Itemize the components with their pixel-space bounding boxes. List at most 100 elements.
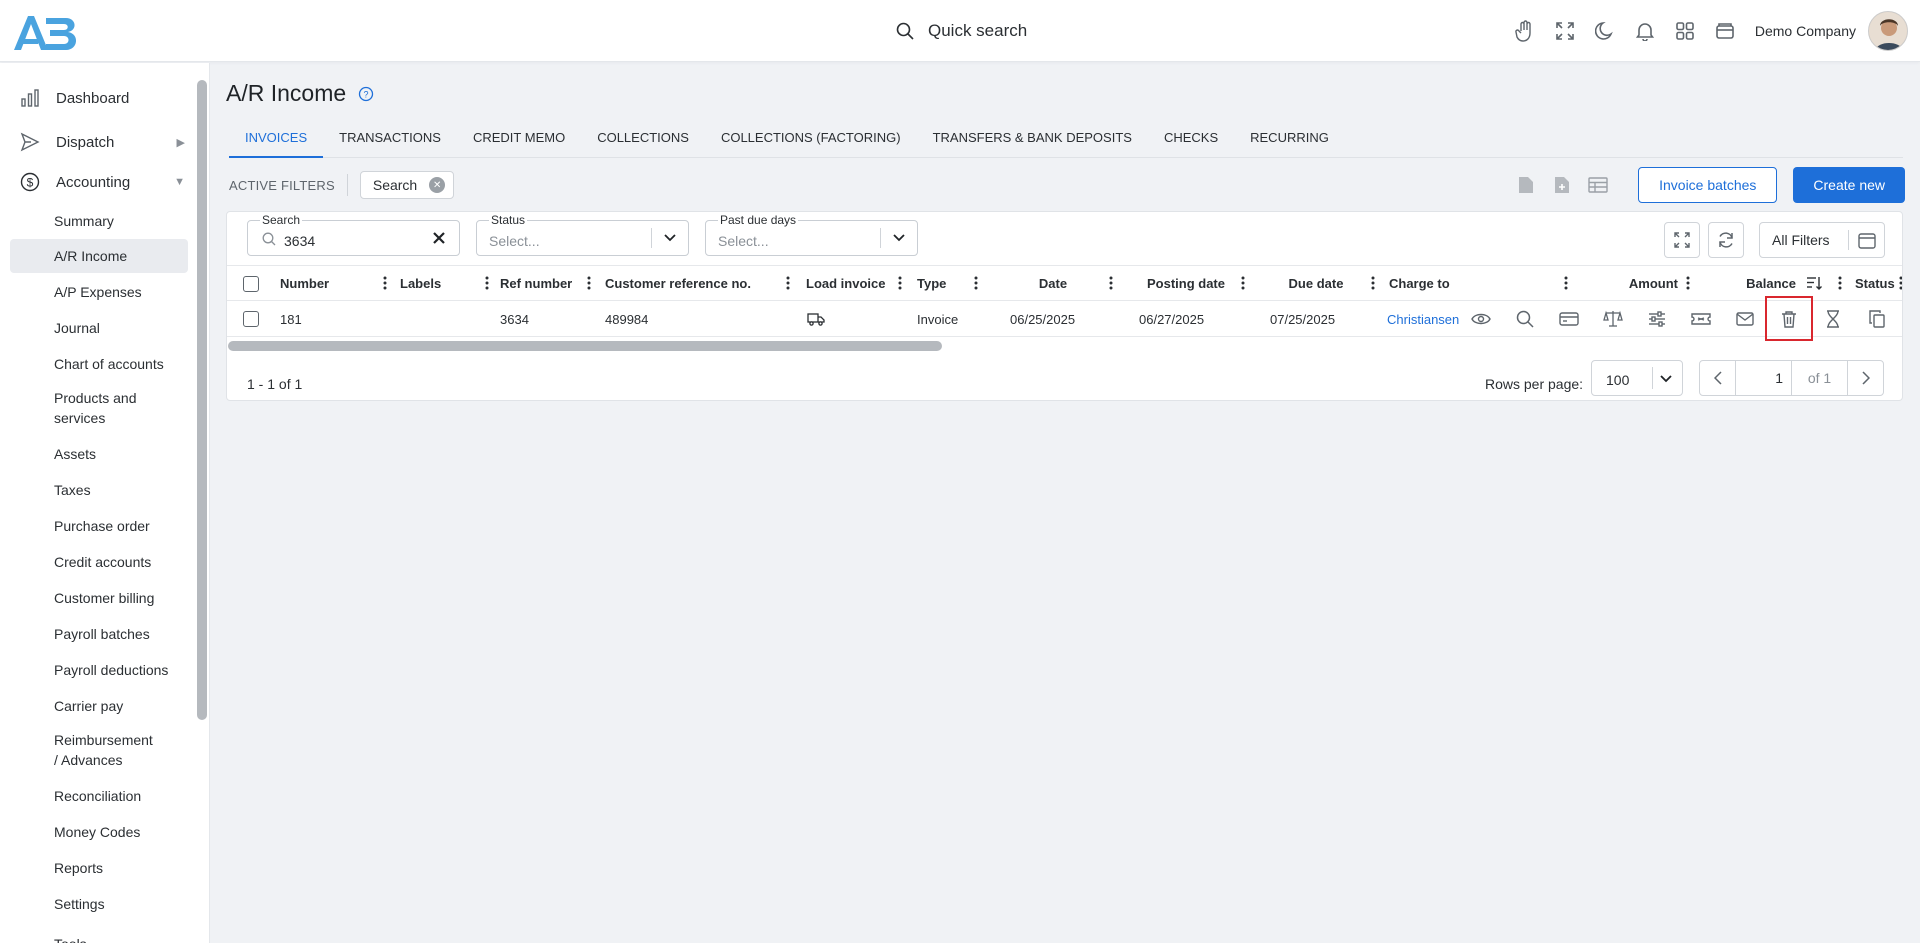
sidebar-item-tools[interactable]: Tools xyxy=(10,929,188,943)
sidebar-item-money-codes[interactable]: Money Codes xyxy=(10,817,188,847)
column-menu-icon xyxy=(1371,276,1375,290)
search-icon xyxy=(262,232,276,246)
tab-credit-memo[interactable]: CREDIT MEMO xyxy=(457,122,581,158)
pdf-export-icon[interactable] xyxy=(1508,167,1544,203)
sidebar-item-customer-billing[interactable]: Customer billing xyxy=(10,583,188,613)
prev-page-button[interactable] xyxy=(1700,361,1736,395)
fullscreen-icon[interactable] xyxy=(1545,11,1585,51)
column-menu-icon[interactable] xyxy=(1899,275,1902,291)
table-row[interactable]: 181 3634 489984 Invoice 06/25/2025 06/27… xyxy=(227,301,1902,337)
sidebar-item-reimbursement-advances[interactable]: Reimbursement / Advances xyxy=(10,729,160,771)
cell-load-invoice[interactable] xyxy=(807,301,825,337)
column-amount[interactable]: Amount xyxy=(1576,266,1696,301)
sidebar-item-payroll-deductions[interactable]: Payroll deductions xyxy=(10,655,188,685)
copy-icon[interactable] xyxy=(1865,307,1889,331)
column-date[interactable]: Date xyxy=(987,266,1119,301)
horizontal-scrollbar[interactable] xyxy=(227,338,1902,351)
sidebar-item-reconciliation[interactable]: Reconciliation xyxy=(10,781,188,811)
tab-collections-factoring[interactable]: COLLECTIONS (FACTORING) xyxy=(705,122,917,158)
status-select[interactable]: Status Select... xyxy=(476,214,689,256)
quick-search[interactable]: Quick search xyxy=(896,18,1027,44)
sidebar-item-journal[interactable]: Journal xyxy=(10,313,188,343)
apps-grid-icon[interactable] xyxy=(1665,11,1705,51)
sidebar-item-payroll-batches[interactable]: Payroll batches xyxy=(10,619,188,649)
scale-icon[interactable] xyxy=(1601,307,1625,331)
sidebar-item-assets[interactable]: Assets xyxy=(10,439,188,469)
cell-charge-to-link[interactable]: Christiansen xyxy=(1387,301,1467,337)
column-ref-number[interactable]: Ref number xyxy=(495,266,597,301)
sidebar-scrollbar[interactable] xyxy=(197,80,207,720)
tab-transactions[interactable]: TRANSACTIONS xyxy=(323,122,457,158)
sidebar-item-chart-of-accounts[interactable]: Chart of accounts xyxy=(10,349,188,379)
ticket-icon[interactable] xyxy=(1689,307,1713,331)
clear-icon[interactable] xyxy=(433,232,445,244)
truck-icon[interactable] xyxy=(807,312,825,326)
divider xyxy=(1848,230,1849,250)
column-due-date[interactable]: Due date xyxy=(1251,266,1381,301)
column-posting-date[interactable]: Posting date xyxy=(1121,266,1251,301)
create-new-button[interactable]: Create new xyxy=(1793,167,1905,203)
search-input[interactable]: 3634 xyxy=(284,233,315,249)
table-view-icon[interactable] xyxy=(1580,167,1616,203)
bell-icon[interactable] xyxy=(1625,11,1665,51)
credit-card-icon[interactable] xyxy=(1557,307,1581,331)
page-input[interactable]: 1 xyxy=(1736,361,1792,395)
cell-labels xyxy=(395,301,495,337)
column-customer-reference[interactable]: Customer reference no. xyxy=(600,266,796,301)
hand-icon[interactable] xyxy=(1505,11,1545,51)
tab-invoices[interactable]: INVOICES xyxy=(229,122,324,158)
past-due-days-select[interactable]: Past due days Select... xyxy=(705,214,918,256)
eye-icon[interactable] xyxy=(1469,307,1493,331)
search-icon[interactable] xyxy=(1513,307,1537,331)
rows-per-page-select[interactable]: 100 xyxy=(1591,360,1683,396)
sidebar-item-reports[interactable]: Reports xyxy=(10,853,188,883)
sliders-icon[interactable] xyxy=(1645,307,1669,331)
all-filters-button[interactable]: All Filters xyxy=(1759,222,1885,258)
column-charge-to[interactable]: Charge to xyxy=(1384,266,1574,301)
expand-table-button[interactable] xyxy=(1664,222,1700,258)
sidebar-item-purchase-order[interactable]: Purchase order xyxy=(10,511,188,541)
moon-icon[interactable] xyxy=(1585,11,1625,51)
wallet-icon[interactable] xyxy=(1705,11,1745,51)
sidebar-item-products-and-services[interactable]: Products and services xyxy=(10,387,160,429)
sidebar-item-credit-accounts[interactable]: Credit accounts xyxy=(10,547,188,577)
next-page-button[interactable] xyxy=(1848,361,1883,395)
sidebar-item-dispatch[interactable]: Dispatch ▶ xyxy=(0,122,195,162)
column-type[interactable]: Type xyxy=(912,266,984,301)
column-number[interactable]: Number xyxy=(275,266,393,301)
sidebar-item-summary[interactable]: Summary xyxy=(10,206,188,236)
cell-customer-reference: 489984 xyxy=(605,311,649,327)
sidebar-item-taxes[interactable]: Taxes xyxy=(10,475,188,505)
refresh-button[interactable] xyxy=(1708,222,1744,258)
refresh-icon xyxy=(1717,231,1735,249)
invoice-batches-button[interactable]: Invoice batches xyxy=(1638,167,1778,203)
avatar[interactable] xyxy=(1868,11,1908,51)
column-status[interactable]: Status xyxy=(1850,266,1902,301)
mail-icon[interactable] xyxy=(1733,307,1757,331)
company-name[interactable]: Demo Company xyxy=(1755,23,1856,39)
row-checkbox[interactable] xyxy=(243,311,259,327)
help-icon[interactable]: ? xyxy=(358,86,374,102)
select-all-checkbox[interactable] xyxy=(243,275,259,292)
tab-recurring[interactable]: RECURRING xyxy=(1234,122,1345,158)
app-logo[interactable] xyxy=(12,12,80,52)
horizontal-scrollbar-thumb[interactable] xyxy=(228,341,942,351)
column-menu-icon xyxy=(898,276,902,290)
sidebar-item-dashboard[interactable]: Dashboard xyxy=(0,78,195,118)
search-field[interactable]: Search 3634 xyxy=(247,214,460,256)
hourglass-icon[interactable] xyxy=(1821,307,1845,331)
sort-icon[interactable] xyxy=(1806,275,1822,291)
file-add-icon[interactable] xyxy=(1544,167,1580,203)
sidebar-item-ap-expenses[interactable]: A/P Expenses xyxy=(10,277,188,307)
sidebar-item-carrier-pay[interactable]: Carrier pay xyxy=(10,691,188,721)
tab-checks[interactable]: CHECKS xyxy=(1148,122,1234,158)
sidebar-item-ar-income[interactable]: A/R Income xyxy=(10,239,188,273)
sidebar-item-settings[interactable]: Settings xyxy=(10,889,188,919)
filter-chip-search[interactable]: Search ✕ xyxy=(359,171,455,199)
tab-transfers-bank-deposits[interactable]: TRANSFERS & BANK DEPOSITS xyxy=(917,122,1148,158)
tab-collections[interactable]: COLLECTIONS xyxy=(581,122,705,158)
column-labels[interactable]: Labels xyxy=(395,266,495,301)
sidebar-item-accounting[interactable]: $ Accounting ▼ xyxy=(0,162,195,202)
close-icon[interactable]: ✕ xyxy=(429,177,446,193)
column-load-invoice[interactable]: Load invoice xyxy=(801,266,908,301)
